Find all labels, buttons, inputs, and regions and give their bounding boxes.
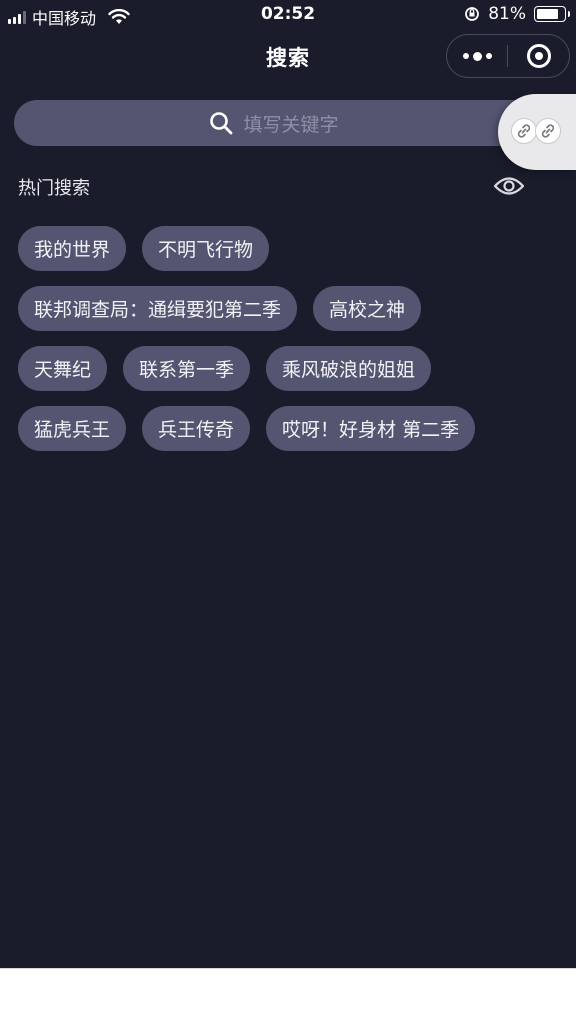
battery-icon <box>534 6 570 22</box>
battery-percent: 81% <box>488 4 526 24</box>
hot-search-tag[interactable]: 我的世界 <box>18 226 127 271</box>
tag-row: 天舞纪 联系第一季 乘风破浪的姐姐 <box>18 346 538 391</box>
eye-icon[interactable] <box>493 172 525 200</box>
hot-search-tag[interactable]: 兵王传奇 <box>142 406 251 451</box>
tag-row: 联邦调查局：通缉要犯第二季 高校之神 <box>18 286 538 331</box>
search-input[interactable]: 填写关键字 <box>14 100 534 146</box>
search-placeholder: 填写关键字 <box>243 113 339 136</box>
status-right: 81% <box>464 4 570 24</box>
target-close-icon[interactable] <box>508 35 569 77</box>
status-bar: 中国移动 02:52 81% <box>0 0 576 30</box>
link-icon <box>535 118 561 144</box>
tag-row: 猛虎兵王 兵王传奇 哎呀！好身材 第二季 <box>18 406 538 451</box>
hot-search-tag[interactable]: 猛虎兵王 <box>18 406 127 451</box>
link-icon <box>511 118 537 144</box>
hot-search-tags: 我的世界 不明飞行物 联邦调查局：通缉要犯第二季 高校之神 天舞纪 联系第一季 乘风破浪的姐… <box>18 226 538 466</box>
mini-program-capsule <box>446 34 570 78</box>
more-dots-icon[interactable] <box>447 35 507 77</box>
hot-search-title: 热门搜索 <box>18 178 90 199</box>
hot-search-tag[interactable]: 天舞纪 <box>18 346 108 391</box>
hot-search-tag[interactable]: 不明飞行物 <box>142 226 270 271</box>
hot-search-tag[interactable]: 哎呀！好身材 第二季 <box>266 406 476 451</box>
bottom-tab-bar <box>0 968 576 1024</box>
orientation-lock-icon <box>465 7 480 21</box>
search-icon <box>210 112 233 135</box>
hot-search-tag[interactable]: 联系第一季 <box>123 346 251 391</box>
hot-search-tag[interactable]: 联邦调查局：通缉要犯第二季 <box>18 286 298 331</box>
floating-link-button[interactable] <box>498 94 576 170</box>
tag-row: 我的世界 不明飞行物 <box>18 226 538 271</box>
hot-search-tag[interactable]: 高校之神 <box>313 286 422 331</box>
hot-search-tag[interactable]: 乘风破浪的姐姐 <box>266 346 432 391</box>
